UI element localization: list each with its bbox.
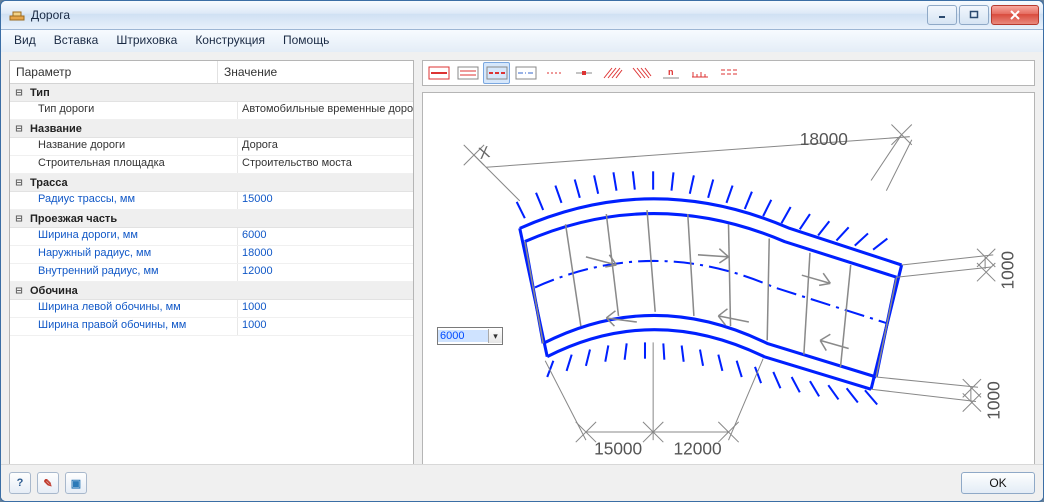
tbtn-pattern-center[interactable] — [570, 62, 597, 84]
tbtn-pattern-hatch-2[interactable] — [628, 62, 655, 84]
menu-hatch[interactable]: Штриховка — [107, 30, 186, 52]
prop-inner-radius[interactable]: Внутренний радиус, мм12000 — [10, 264, 413, 282]
tbtn-pattern-short-dash[interactable] — [541, 62, 568, 84]
header-param: Параметр — [10, 61, 218, 83]
dimension-input[interactable] — [438, 330, 488, 342]
tbtn-pattern-dash[interactable] — [483, 62, 510, 84]
category-carriageway[interactable]: ⊟Проезжая часть — [10, 210, 413, 228]
help-icon[interactable]: ? — [9, 472, 31, 494]
preview-canvas[interactable]: X — [422, 92, 1035, 493]
prop-road-type[interactable]: Тип дорогиАвтомобильные временные дороги — [10, 102, 413, 120]
prop-road-name[interactable]: Название дорогиДорога — [10, 138, 413, 156]
prop-trace-radius[interactable]: Радиус трассы, мм15000 — [10, 192, 413, 210]
menu-bar: Вид Вставка Штриховка Конструкция Помощь — [1, 30, 1043, 53]
tbtn-pattern-rows[interactable] — [715, 62, 742, 84]
window-buttons — [927, 5, 1039, 25]
prop-site[interactable]: Строительная площадкаСтроительство моста — [10, 156, 413, 174]
help-buttons: ? ✎ ▣ — [9, 472, 87, 494]
property-grid-header: Параметр Значение — [10, 61, 413, 84]
chevron-down-icon[interactable]: ▾ — [488, 329, 502, 343]
bottom-bar: ? ✎ ▣ OK — [1, 464, 1043, 501]
ok-button[interactable]: OK — [961, 472, 1035, 494]
dim-inner-radius: 12000 — [674, 438, 722, 458]
road-drawing: X — [423, 93, 1034, 492]
prop-outer-radius[interactable]: Наружный радиус, мм18000 — [10, 246, 413, 264]
app-icon — [9, 7, 25, 23]
prop-right-shoulder[interactable]: Ширина правой обочины, мм1000 — [10, 318, 413, 336]
dim-shoulder-bottom: 1000 — [983, 381, 1003, 419]
property-grid-body: ⊟Тип Тип дорогиАвтомобильные временные д… — [10, 84, 413, 492]
dim-x-label: X — [477, 143, 492, 163]
prop-left-shoulder[interactable]: Ширина левой обочины, мм1000 — [10, 300, 413, 318]
category-type[interactable]: ⊟Тип — [10, 84, 413, 102]
category-name[interactable]: ⊟Название — [10, 120, 413, 138]
tag-icon[interactable]: ▣ — [65, 472, 87, 494]
client-area: Параметр Значение ⊟Тип Тип дорогиАвтомоб… — [1, 52, 1043, 501]
menu-insert[interactable]: Вставка — [45, 30, 108, 52]
menu-view[interactable]: Вид — [5, 30, 45, 52]
minimize-button[interactable] — [927, 5, 957, 25]
tbtn-pattern-double-line[interactable] — [454, 62, 481, 84]
tbtn-pattern-ruler[interactable] — [686, 62, 713, 84]
property-grid[interactable]: Параметр Значение ⊟Тип Тип дорогиАвтомоб… — [9, 60, 414, 493]
app-window: Дорога Вид Вставка Штриховка Конструкция… — [0, 0, 1044, 502]
prop-road-width[interactable]: Ширина дороги, мм6000 — [10, 228, 413, 246]
header-value: Значение — [218, 61, 413, 83]
category-trace[interactable]: ⊟Трасса — [10, 174, 413, 192]
maximize-button[interactable] — [959, 5, 989, 25]
right-pane: n X — [422, 60, 1035, 493]
menu-help[interactable]: Помощь — [274, 30, 338, 52]
dim-trace-radius: 15000 — [594, 438, 642, 458]
tbtn-pattern-solid-red[interactable] — [425, 62, 452, 84]
close-button[interactable] — [991, 5, 1039, 25]
category-shoulder[interactable]: ⊟Обочина — [10, 282, 413, 300]
note-icon[interactable]: ✎ — [37, 472, 59, 494]
window-title: Дорога — [31, 8, 927, 22]
dim-outer-radius: 18000 — [800, 129, 848, 149]
menu-construction[interactable]: Конструкция — [186, 30, 274, 52]
title-bar: Дорога — [1, 1, 1043, 30]
dimension-combo[interactable]: ▾ — [437, 327, 503, 345]
tbtn-pattern-hatch-1[interactable] — [599, 62, 626, 84]
dim-shoulder-top: 1000 — [998, 251, 1018, 289]
pattern-toolbar: n — [422, 60, 1035, 86]
tbtn-pattern-dashdot[interactable] — [512, 62, 539, 84]
svg-text:n: n — [668, 67, 674, 77]
tbtn-pattern-label-n[interactable]: n — [657, 62, 684, 84]
